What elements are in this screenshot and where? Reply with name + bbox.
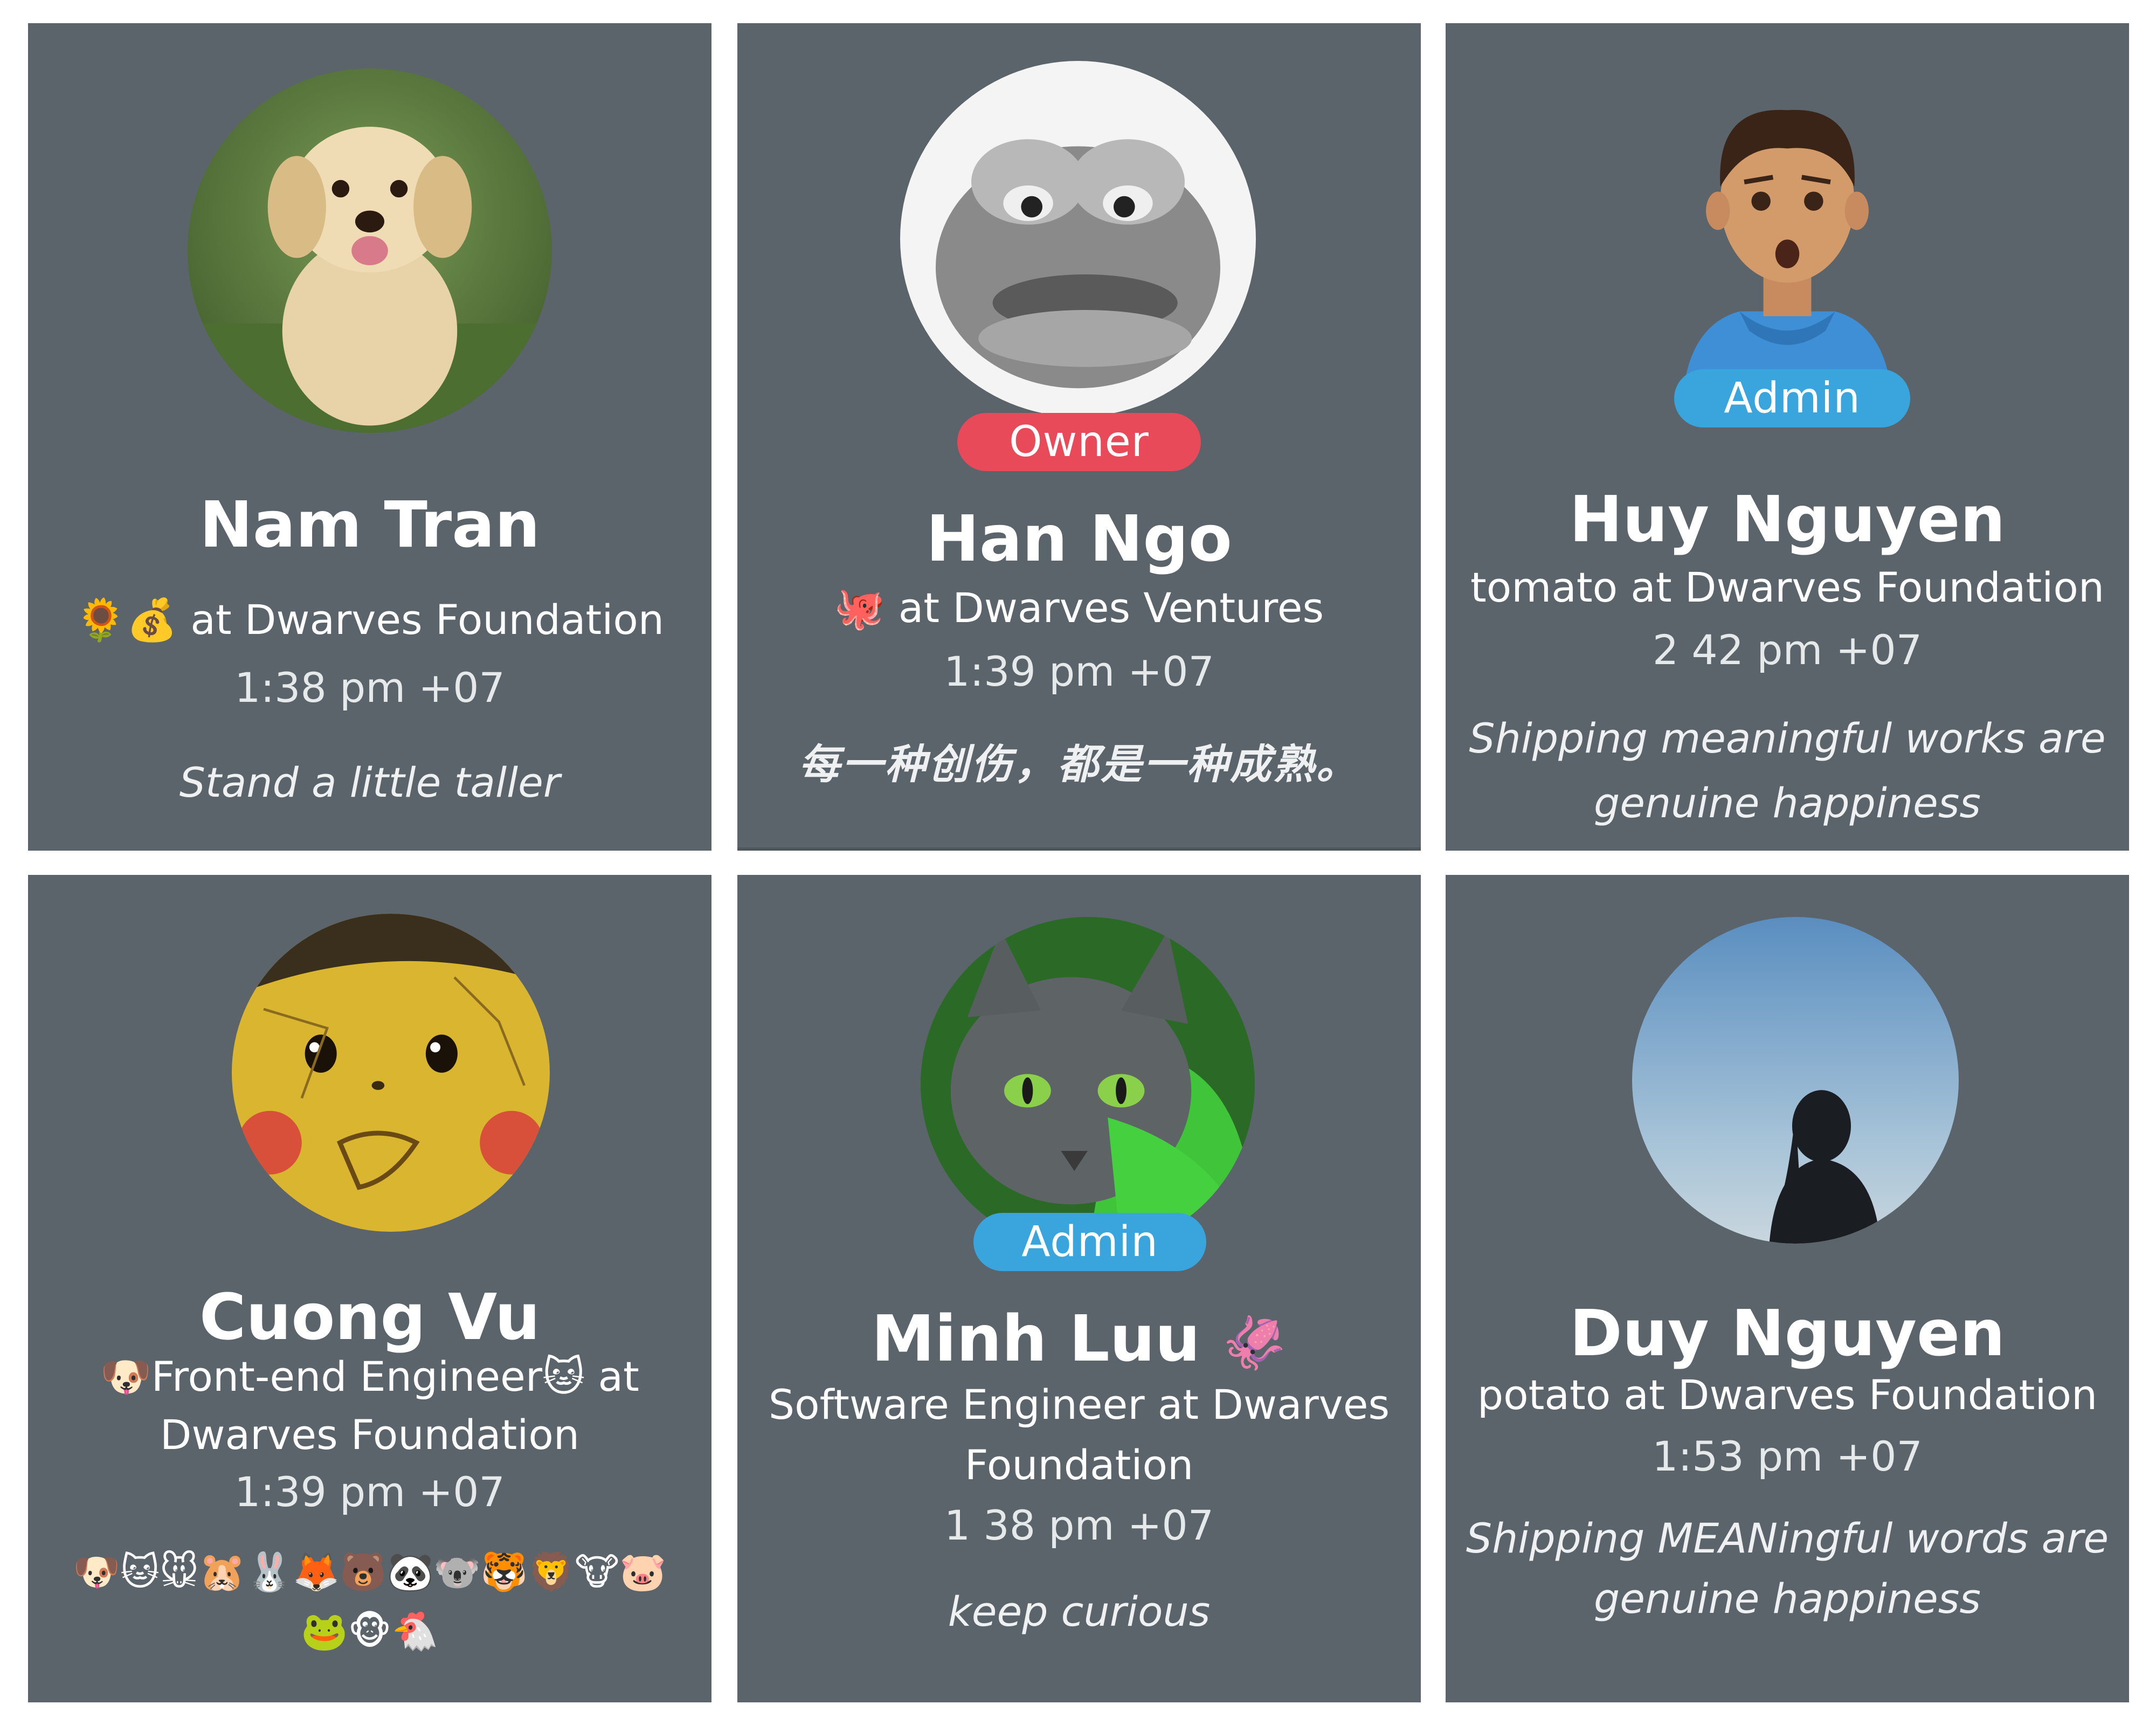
- local-time: 1:53 pm +07: [1652, 1432, 1923, 1480]
- member-name: Minh Luu: [871, 1301, 1200, 1376]
- member-bio-emoji-line2: 🐸🐵🐔: [301, 1609, 439, 1653]
- title-emoji: 🐙: [834, 584, 886, 632]
- local-time: 1 38 pm +07: [944, 1501, 1214, 1549]
- member-card[interactable]: Owner Han Ngo 🐙 at Dwarves Ventures 1:39…: [737, 23, 1421, 851]
- owner-badge: Owner: [957, 413, 1201, 471]
- title-text: at Dwarves Foundation: [190, 596, 665, 644]
- silhouette-sky-avatar[interactable]: [1632, 917, 1959, 1244]
- member-bio-line2: genuine happiness: [1594, 779, 1981, 827]
- title-emoji: 🌻💰: [75, 596, 178, 644]
- local-time: 1:39 pm +07: [234, 1468, 505, 1516]
- member-title: 🐙 at Dwarves Ventures: [737, 578, 1421, 638]
- member-bio-emoji-line1: 🐶🐱🐭🐹🐰🦊🐻🐼🐨🐯🦁🐮🐷: [73, 1550, 667, 1594]
- admin-badge: Admin: [1674, 369, 1910, 427]
- member-title: potato at Dwarves Foundation: [1477, 1371, 2098, 1419]
- member-title: tomato at Dwarves Foundation: [1470, 563, 2105, 611]
- member-bio-line1: Shipping meaningful works are: [1469, 714, 2106, 762]
- member-bio: Stand a little taller: [179, 758, 561, 806]
- member-bio-line2: genuine happiness: [1594, 1575, 1981, 1623]
- member-name: Duy Nguyen: [1569, 1296, 2006, 1370]
- member-name-row: Minh Luu 🦑: [737, 1301, 1421, 1381]
- member-card[interactable]: Admin Huy Nguyen tomato at Dwarves Found…: [1446, 23, 2129, 851]
- member-bio: 每一种创伤，都是一种成熟。: [799, 740, 1359, 788]
- pepe-frog-avatar[interactable]: [900, 61, 1256, 417]
- member-bio-line1: Shipping MEANingful words are: [1466, 1514, 2109, 1562]
- puppy-photo-avatar[interactable]: [188, 68, 552, 433]
- member-title: 🌻💰 at Dwarves Foundation: [28, 590, 711, 650]
- member-title-line1: Software Engineer at Dwarves: [768, 1381, 1390, 1429]
- local-time: 1:38 pm +07: [234, 664, 505, 712]
- member-title-line1: 🐶Front-end Engineer🐱 at: [100, 1353, 639, 1400]
- cat-photo-avatar[interactable]: [921, 917, 1255, 1251]
- member-name: Cuong Vu: [199, 1280, 541, 1354]
- local-time: 1:39 pm +07: [944, 647, 1214, 695]
- local-time: 2 42 pm +07: [1652, 626, 1923, 674]
- member-name: Han Ngo: [926, 501, 1232, 576]
- title-text: at Dwarves Ventures: [898, 584, 1324, 632]
- member-name: Nam Tran: [199, 487, 540, 562]
- member-name: Huy Nguyen: [1569, 482, 2006, 556]
- member-card[interactable]: Admin Minh Luu 🦑 Software Engineer at Dw…: [737, 875, 1421, 1702]
- card-edge: [737, 847, 1421, 851]
- member-bio: keep curious: [948, 1588, 1211, 1636]
- member-title-line2: Dwarves Foundation: [160, 1411, 580, 1459]
- admin-badge: Admin: [973, 1213, 1206, 1271]
- member-card[interactable]: Cuong Vu 🐶Front-end Engineer🐱 at Dwarves…: [28, 875, 711, 1702]
- cartoon-boy-avatar[interactable]: [1668, 81, 1907, 405]
- member-title-line2: Foundation: [964, 1441, 1194, 1489]
- name-emoji: 🦑: [1222, 1313, 1287, 1373]
- member-card[interactable]: Duy Nguyen potato at Dwarves Foundation …: [1446, 875, 2129, 1702]
- member-card[interactable]: Nam Tran 🌻💰 at Dwarves Foundation 1:38 p…: [28, 23, 711, 851]
- pikachu-avatar[interactable]: [232, 914, 550, 1232]
